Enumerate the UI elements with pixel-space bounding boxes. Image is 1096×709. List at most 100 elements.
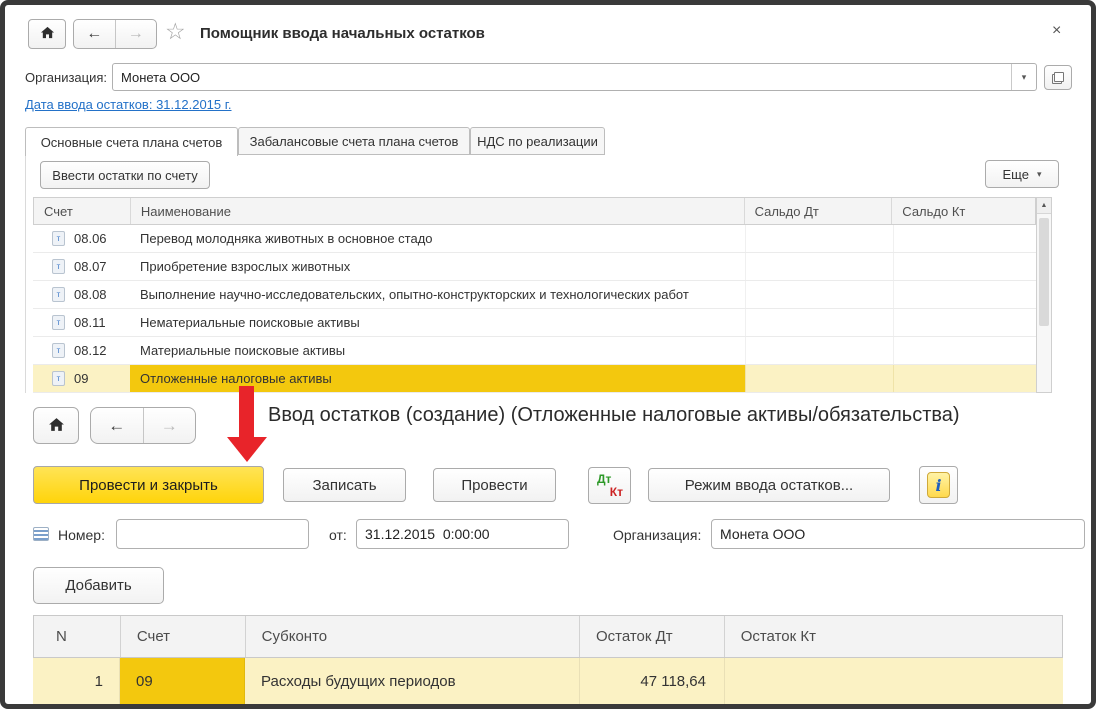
home-button-2[interactable] bbox=[33, 407, 79, 444]
table-row[interactable]: т 08.08 Выполнение научно-исследовательск… bbox=[33, 281, 1036, 309]
tab-label: НДС по реализации bbox=[477, 133, 598, 149]
account-name: Нематериальные поисковые активы bbox=[140, 315, 360, 330]
account-code: 08.12 bbox=[74, 343, 107, 358]
saldo-kt-cell bbox=[893, 337, 1036, 364]
header-account[interactable]: Счет bbox=[121, 616, 246, 657]
open-in-list-icon bbox=[1052, 71, 1064, 84]
tab-label: Основные счета плана счетов bbox=[40, 134, 223, 150]
forward-icon: → bbox=[127, 25, 144, 42]
home-icon bbox=[40, 25, 55, 43]
save-button[interactable]: Записать bbox=[283, 468, 406, 502]
account-name: Перевод молодняка животных в основное ст… bbox=[140, 231, 433, 246]
saldo-kt-cell bbox=[893, 365, 1036, 392]
account-icon: т bbox=[52, 371, 65, 386]
balances-date-link[interactable]: Дата ввода остатков: 31.12.2015 г. bbox=[25, 97, 232, 112]
account-icon: т bbox=[52, 343, 65, 358]
post-label: Провести bbox=[461, 476, 528, 494]
tab-offbalance-accounts[interactable]: Забалансовые счета плана счетов bbox=[238, 127, 470, 155]
table-scrollbar[interactable]: ▲ bbox=[1036, 197, 1052, 393]
tab-main-accounts[interactable]: Основные счета плана счетов bbox=[25, 127, 238, 156]
post-button[interactable]: Провести bbox=[433, 468, 556, 502]
account-icon: т bbox=[52, 231, 65, 246]
more-button[interactable]: Еще ▾ bbox=[985, 160, 1059, 188]
more-label: Еще bbox=[1002, 166, 1029, 182]
balance-dt-cell[interactable]: 47 118,64 bbox=[580, 658, 725, 704]
account-code: 08.06 bbox=[74, 231, 107, 246]
header-account[interactable]: Счет bbox=[34, 198, 131, 224]
window2-title: Ввод остатков (создание) (Отложенные нал… bbox=[268, 404, 960, 426]
account-code: 08.11 bbox=[74, 315, 106, 330]
header-n[interactable]: N bbox=[34, 616, 121, 657]
forward-button[interactable]: → bbox=[114, 20, 157, 48]
balance-entry-mode-label: Режим ввода остатков... bbox=[684, 476, 854, 494]
balances-table-header: N Счет Субконто Остаток Дт Остаток Кт bbox=[33, 615, 1063, 658]
balance-kt-cell[interactable] bbox=[725, 658, 1063, 704]
date-from-label: от: bbox=[329, 527, 347, 543]
scroll-up-icon[interactable]: ▲ bbox=[1037, 198, 1051, 214]
forward-button[interactable]: → bbox=[142, 408, 196, 443]
tab-vat-sales[interactable]: НДС по реализации bbox=[470, 127, 605, 155]
organization-dropdown-button[interactable]: ▾ bbox=[1011, 64, 1036, 90]
back-button[interactable]: ← bbox=[91, 408, 143, 443]
table-row-selected[interactable]: т 09 Отложенные налоговые активы bbox=[33, 365, 1036, 393]
organization-label: Организация: bbox=[25, 70, 108, 85]
header-balance-dt[interactable]: Остаток Дт bbox=[580, 616, 725, 657]
back-icon: ← bbox=[108, 415, 126, 435]
document-list-icon bbox=[33, 527, 49, 541]
add-row-button[interactable]: Добавить bbox=[33, 567, 164, 604]
table-row[interactable]: т 08.12 Материальные поисковые активы bbox=[33, 337, 1036, 365]
number-input[interactable] bbox=[116, 519, 309, 549]
chevron-down-icon: ▾ bbox=[1021, 71, 1027, 82]
accounts-table-header: Счет Наименование Сальдо Дт Сальдо Кт bbox=[33, 197, 1036, 225]
scrollbar-thumb[interactable] bbox=[1039, 218, 1049, 326]
add-row-label: Добавить bbox=[65, 577, 132, 594]
account-name: Выполнение научно-исследовательских, опы… bbox=[140, 287, 689, 302]
post-and-close-label: Провести и закрыть bbox=[79, 476, 218, 494]
organization-open-button[interactable] bbox=[1044, 65, 1072, 90]
close-icon[interactable]: × bbox=[1052, 22, 1061, 40]
saldo-kt-cell bbox=[893, 253, 1036, 280]
balance-entry-mode-button[interactable]: Режим ввода остатков... bbox=[648, 468, 890, 502]
red-arrow-head-icon bbox=[227, 437, 267, 462]
home-icon bbox=[48, 416, 65, 436]
back-button[interactable]: ← bbox=[74, 20, 115, 48]
saldo-kt-cell bbox=[893, 281, 1036, 308]
table-row[interactable]: 1 09 Расходы будущих периодов 47 118,64 bbox=[33, 658, 1063, 704]
info-button[interactable]: i bbox=[919, 466, 958, 504]
account-cell-selected[interactable]: 09 bbox=[120, 658, 245, 704]
header-balance-kt[interactable]: Остаток Кт bbox=[725, 616, 1062, 657]
saldo-dt-cell bbox=[745, 225, 893, 252]
date-input[interactable] bbox=[356, 519, 569, 549]
post-and-close-button[interactable]: Провести и закрыть bbox=[33, 466, 264, 504]
header-subconto[interactable]: Субконто bbox=[246, 616, 580, 657]
window1-title: Помощник ввода начальных остатков bbox=[200, 25, 485, 42]
saldo-kt-cell bbox=[893, 309, 1036, 336]
account-name: Материальные поисковые активы bbox=[140, 343, 346, 358]
table-row[interactable]: т 08.06 Перевод молодняка животных в осно… bbox=[33, 225, 1036, 253]
enter-balances-button[interactable]: Ввести остатки по счету bbox=[40, 161, 210, 189]
forward-icon: → bbox=[160, 415, 178, 435]
favorite-star-icon[interactable]: ☆ bbox=[165, 18, 186, 45]
dt-kt-postings-button[interactable]: Дт Кт bbox=[588, 467, 631, 504]
table-row[interactable]: т 08.11 Нематериальные поисковые активы bbox=[33, 309, 1036, 337]
save-label: Записать bbox=[312, 476, 377, 494]
nav-history-group-2: ← → bbox=[90, 407, 196, 444]
subconto-cell[interactable]: Расходы будущих периодов bbox=[245, 658, 580, 704]
saldo-dt-cell bbox=[745, 253, 893, 280]
header-saldo-kt[interactable]: Сальдо Кт bbox=[892, 198, 1035, 224]
row-number: 1 bbox=[33, 658, 120, 704]
saldo-kt-cell bbox=[893, 225, 1036, 252]
account-name: Приобретение взрослых животных bbox=[140, 259, 351, 274]
table-row[interactable]: т 08.07 Приобретение взрослых животных bbox=[33, 253, 1036, 281]
nav-history-group: ← → bbox=[73, 19, 157, 49]
account-code: 09 bbox=[74, 371, 89, 386]
screenshot-root: ← → ☆ Помощник ввода начальных остатков … bbox=[0, 0, 1096, 709]
header-saldo-dt[interactable]: Сальдо Дт bbox=[745, 198, 893, 224]
header-name[interactable]: Наименование bbox=[131, 198, 745, 224]
organization-input-2[interactable] bbox=[711, 519, 1085, 549]
kt-icon: Кт bbox=[609, 485, 623, 499]
home-button[interactable] bbox=[28, 19, 66, 49]
accounts-table: Счет Наименование Сальдо Дт Сальдо Кт т0… bbox=[33, 197, 1036, 393]
balances-table: N Счет Субконто Остаток Дт Остаток Кт 1 … bbox=[33, 615, 1063, 704]
organization-field[interactable]: Монета ООО ▾ bbox=[112, 63, 1037, 91]
